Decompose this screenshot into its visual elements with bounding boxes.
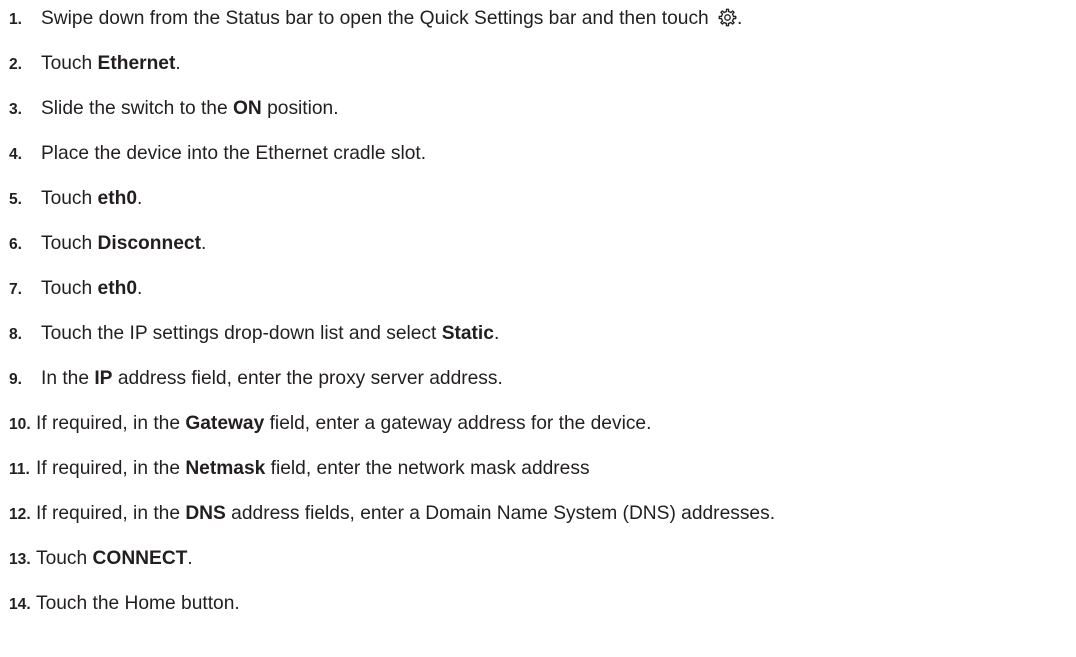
- step-text-segment: field, enter a gateway address for the d…: [264, 413, 652, 434]
- step-text: Touch the IP settings drop-down list and…: [41, 322, 499, 346]
- step-text-segment: .: [175, 53, 181, 74]
- step-text: Touch eth0.: [41, 187, 142, 211]
- step-text: Touch Ethernet.: [41, 52, 181, 76]
- step-text-segment: Touch the Home button.: [36, 593, 240, 614]
- step-text-segment: address fields, enter a Domain Name Syst…: [225, 503, 776, 524]
- step-text-segment: Touch: [41, 278, 98, 299]
- step-number: 4.: [9, 146, 23, 163]
- step-item: 13. Touch CONNECT.: [0, 547, 1076, 592]
- step-text-segment: In the: [41, 368, 95, 389]
- step-text-segment: Touch: [41, 188, 98, 209]
- step-ui-term: ON: [232, 98, 262, 119]
- step-text: Swipe down from the Status bar to open t…: [41, 7, 742, 31]
- step-text: If required, in the DNS address fields, …: [36, 502, 775, 526]
- step-text: If required, in the Netmask field, enter…: [36, 457, 590, 481]
- gear-icon: [718, 8, 737, 27]
- step-text-segment: Touch: [41, 53, 98, 74]
- step-number: 7.: [9, 281, 23, 298]
- step-ui-term: IP: [94, 368, 113, 389]
- step-text: Place the device into the Ethernet cradl…: [41, 142, 426, 166]
- step-item: 10. If required, in the Gateway field, en…: [0, 412, 1076, 457]
- step-number: 3.: [9, 101, 23, 118]
- step-ui-term: Ethernet: [97, 53, 176, 74]
- step-item: 6. Touch Disconnect.: [0, 232, 1076, 277]
- step-text: Slide the switch to the ON position.: [41, 97, 339, 121]
- step-number: 11.: [9, 461, 30, 478]
- step-text-segment: Touch: [36, 548, 93, 569]
- step-number: 14.: [9, 596, 31, 613]
- step-text-segment: If required, in the: [36, 413, 186, 434]
- step-text: Touch CONNECT.: [36, 547, 193, 571]
- step-ui-term: Gateway: [185, 413, 265, 434]
- step-text-segment: field, enter the network mask address: [265, 458, 590, 479]
- step-text-segment: .: [187, 548, 193, 569]
- step-item: 3. Slide the switch to the ON position.: [0, 97, 1076, 142]
- step-text-segment: .: [200, 233, 207, 254]
- step-text: In the IP address field, enter the proxy…: [41, 367, 503, 391]
- step-item: 14. Touch the Home button.: [0, 592, 1076, 637]
- step-item: 4. Place the device into the Ethernet cra…: [0, 142, 1076, 187]
- step-number: 8.: [9, 326, 23, 343]
- step-item: 7. Touch eth0.: [0, 277, 1076, 322]
- step-item: 12. If required, in the DNS address field…: [0, 502, 1076, 547]
- step-text-segment: address field, enter the proxy server ad…: [112, 368, 503, 389]
- step-ui-term: eth0: [97, 278, 137, 299]
- step-text-segment: .: [737, 8, 743, 29]
- step-text-segment: .: [136, 188, 143, 209]
- step-text-segment: position.: [261, 98, 339, 119]
- step-text-segment: Place the device into the Ethernet cradl…: [41, 143, 427, 164]
- step-text-segment: .: [136, 278, 143, 299]
- step-item: 8. Touch the IP settings drop-down list a…: [0, 322, 1076, 367]
- step-number: 2.: [9, 56, 23, 73]
- step-text-segment: If required, in the: [36, 503, 186, 524]
- step-item: 9. In the IP address field, enter the pro…: [0, 367, 1076, 412]
- step-ui-term: CONNECT: [92, 548, 188, 569]
- step-number: 10.: [9, 416, 31, 433]
- step-item: 2. Touch Ethernet.: [0, 52, 1076, 97]
- step-text-segment: Slide the switch to the: [41, 98, 233, 119]
- step-text-segment: If required, in the: [36, 458, 186, 479]
- step-text-segment: Touch the IP settings drop-down list and…: [41, 323, 442, 344]
- step-number: 6.: [9, 236, 23, 253]
- step-item: 5. Touch eth0.: [0, 187, 1076, 232]
- step-text: Touch Disconnect.: [41, 232, 206, 256]
- step-text-segment: Swipe down from the Status bar to open t…: [41, 8, 715, 29]
- instruction-steps-list: 1. Swipe down from the Status bar to open…: [0, 7, 1076, 637]
- step-item: 1. Swipe down from the Status bar to open…: [0, 7, 1076, 52]
- step-ui-term: Static: [441, 323, 494, 344]
- step-number: 9.: [9, 371, 23, 388]
- step-item: 11. If required, in the Netmask field, en…: [0, 457, 1076, 502]
- step-text: If required, in the Gateway field, enter…: [36, 412, 651, 436]
- step-number: 5.: [9, 191, 23, 208]
- step-ui-term: Netmask: [185, 458, 266, 479]
- step-number: 1.: [9, 11, 23, 28]
- step-text-segment: .: [493, 323, 500, 344]
- step-ui-term: Disconnect: [97, 233, 201, 254]
- step-number: 12.: [9, 506, 31, 523]
- step-ui-term: eth0: [97, 188, 137, 209]
- step-text: Touch the Home button.: [36, 592, 240, 616]
- step-ui-term: DNS: [185, 503, 226, 524]
- step-number: 13.: [9, 551, 31, 568]
- step-text-segment: Touch: [41, 233, 98, 254]
- step-text: Touch eth0.: [41, 277, 142, 301]
